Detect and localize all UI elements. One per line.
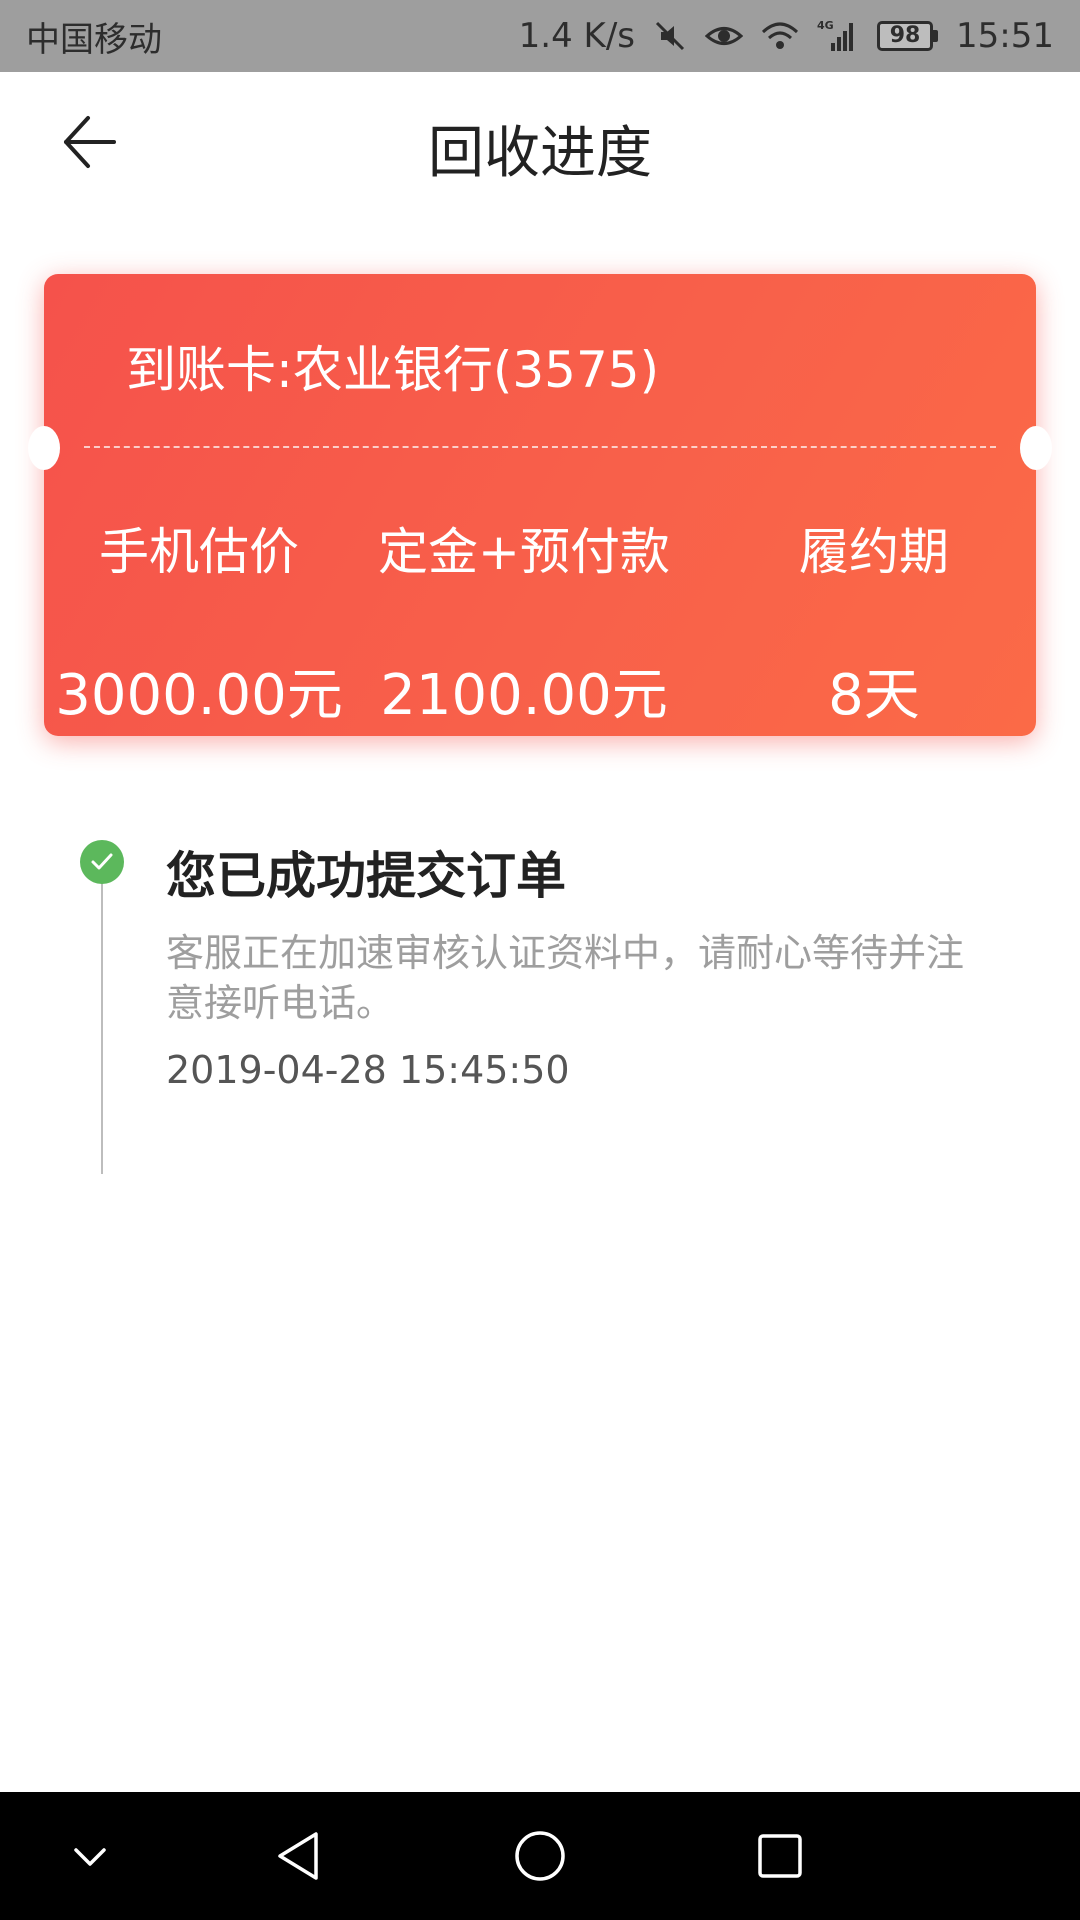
battery-icon: 98	[877, 21, 939, 51]
check-circle-icon	[80, 840, 124, 884]
fulfillment-period-label: 履约期	[799, 523, 949, 581]
timeline-item-description: 客服正在加速审核认证资料中，请耐心等待并注意接听电话。	[166, 931, 965, 1025]
svg-text:4G: 4G	[817, 19, 834, 32]
wifi-icon	[761, 20, 799, 52]
nav-recents-button[interactable]	[744, 1820, 816, 1892]
dashed-divider	[84, 446, 996, 448]
deposit-label: 定金+预付款	[378, 523, 670, 581]
eye-comfort-icon	[705, 21, 744, 51]
phone-estimate-value: 3000.00元	[55, 663, 343, 728]
payout-card-info: 到账卡:农业银行(3575)	[126, 341, 660, 399]
ticket-notch-right	[1020, 426, 1052, 470]
mute-icon	[653, 19, 687, 53]
status-icons: 1.4 K/s 4G 98 15:51	[519, 16, 1054, 56]
ticket-notch-left	[28, 426, 60, 470]
chevron-down-icon	[74, 1848, 106, 1866]
system-nav-bar	[0, 1792, 1080, 1920]
progress-timeline: 您已成功提交订单 客服正在加速审核认证资料中，请耐心等待并注意接听电话。 201…	[0, 830, 1080, 1190]
fulfillment-period-value: 8天	[828, 663, 920, 728]
timeline-item-title: 您已成功提交订单	[166, 847, 566, 905]
deposit-column: 定金+预付款 2100.00元	[374, 512, 674, 731]
battery-level: 98	[877, 21, 934, 51]
circle-home-icon	[515, 1831, 565, 1881]
hide-nav-button[interactable]	[54, 1820, 126, 1892]
triangle-back-icon	[278, 1832, 318, 1880]
network-speed: 1.4 K/s	[518, 16, 636, 56]
status-bar: 中国移动 1.4 K/s 4G 98 15:51	[0, 0, 1080, 72]
page-title: 回收进度	[428, 121, 652, 186]
timeline-item-time: 2019-04-28 15:45:50	[166, 1048, 570, 1092]
title-bar: 回收进度	[0, 72, 1080, 212]
fulfillment-period-column: 履约期 8天	[724, 512, 1024, 731]
signal-icon: 4G	[817, 19, 859, 53]
nav-home-button[interactable]	[504, 1820, 576, 1892]
carrier-name: 中国移动	[26, 19, 162, 60]
timeline-line	[101, 880, 103, 1174]
recycle-summary-card: 到账卡:农业银行(3575) 手机估价 3000.00元 定金+预付款 2100…	[28, 274, 1052, 736]
deposit-value: 2100.00元	[380, 663, 668, 728]
phone-estimate-column: 手机估价 3000.00元	[54, 512, 344, 731]
clock: 15:51	[956, 16, 1054, 56]
nav-back-button[interactable]	[264, 1820, 336, 1892]
square-recents-icon	[758, 1834, 802, 1878]
phone-estimate-label: 手机估价	[99, 523, 299, 581]
